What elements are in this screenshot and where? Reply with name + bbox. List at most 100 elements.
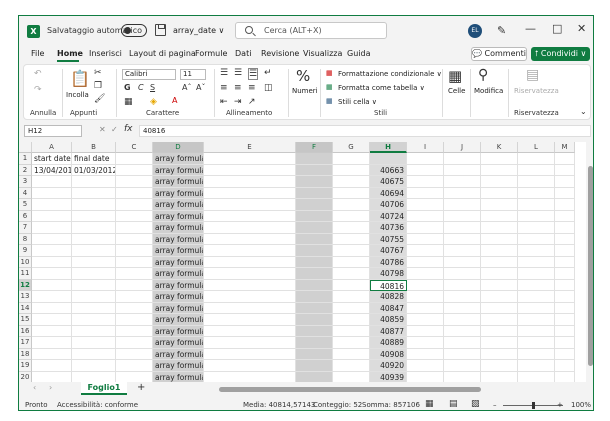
cell-c1[interactable]	[116, 153, 153, 165]
cell-d20[interactable]: array formula	[153, 371, 204, 382]
cell-f17[interactable]	[296, 337, 333, 349]
cell-c7[interactable]	[116, 222, 153, 234]
cell-i9[interactable]	[407, 245, 444, 257]
cell-e17[interactable]	[204, 337, 296, 349]
align-right-icon[interactable]: ≡	[248, 83, 256, 93]
cell-i5[interactable]	[407, 199, 444, 211]
number-format-label[interactable]: Numeri	[292, 87, 318, 95]
cut-icon[interactable]: ✂	[94, 68, 102, 78]
cell-d14[interactable]: array formula	[153, 302, 204, 314]
sensitivity-button[interactable]: Riservatezza	[514, 87, 559, 95]
cell-l19[interactable]	[518, 360, 555, 372]
cell-l11[interactable]	[518, 268, 555, 280]
cell-l4[interactable]	[518, 187, 555, 199]
cell-m12[interactable]	[555, 279, 575, 291]
add-sheet-button[interactable]: +	[137, 382, 145, 393]
cell-c20[interactable]	[116, 371, 153, 382]
cell-h10[interactable]: 40786	[370, 256, 407, 268]
cell-g6[interactable]	[333, 210, 370, 222]
tab-formulas[interactable]: Formule	[195, 49, 227, 58]
cell-m14[interactable]	[555, 302, 575, 314]
page-break-view-icon[interactable]: ▧	[471, 399, 480, 409]
cell-k5[interactable]	[481, 199, 518, 211]
cell-l12[interactable]	[518, 279, 555, 291]
name-box[interactable]: H12	[24, 125, 82, 137]
cell-e2[interactable]	[204, 164, 296, 176]
cell-l7[interactable]	[518, 222, 555, 234]
cell-e10[interactable]	[204, 256, 296, 268]
cell-f15[interactable]	[296, 314, 333, 326]
tab-help[interactable]: Guida	[347, 49, 370, 58]
cell-a19[interactable]	[32, 360, 72, 372]
cell-k16[interactable]	[481, 325, 518, 337]
cell-f6[interactable]	[296, 210, 333, 222]
row-header[interactable]: 16	[19, 325, 32, 337]
cell-f13[interactable]	[296, 291, 333, 303]
cell-m20[interactable]	[555, 371, 575, 382]
cell-m7[interactable]	[555, 222, 575, 234]
cell-j20[interactable]	[444, 371, 481, 382]
horizontal-scrollbar[interactable]	[219, 387, 481, 392]
cell-g1[interactable]	[333, 153, 370, 165]
cell-d8[interactable]: array formula	[153, 233, 204, 245]
close-button[interactable]: ✕	[577, 22, 586, 35]
cell-g9[interactable]	[333, 245, 370, 257]
cell-b14[interactable]	[72, 302, 116, 314]
cell-a13[interactable]	[32, 291, 72, 303]
row-header[interactable]: 19	[19, 360, 32, 372]
cell-b13[interactable]	[72, 291, 116, 303]
cell-c4[interactable]	[116, 187, 153, 199]
cell-k12[interactable]	[481, 279, 518, 291]
cell-b19[interactable]	[72, 360, 116, 372]
cell-d7[interactable]: array formula	[153, 222, 204, 234]
cell-h18[interactable]: 40908	[370, 348, 407, 360]
redo-icon[interactable]: ↷	[34, 85, 42, 95]
cell-f20[interactable]	[296, 371, 333, 382]
cancel-icon[interactable]: ✕	[99, 125, 106, 134]
cell-a5[interactable]	[32, 199, 72, 211]
cell-m4[interactable]	[555, 187, 575, 199]
cell-j7[interactable]	[444, 222, 481, 234]
cell-d1[interactable]: array formula	[153, 153, 204, 165]
cell-f5[interactable]	[296, 199, 333, 211]
cell-e1[interactable]	[204, 153, 296, 165]
cell-h13[interactable]: 40828	[370, 291, 407, 303]
cell-l5[interactable]	[518, 199, 555, 211]
cell-c6[interactable]	[116, 210, 153, 222]
column-header-b[interactable]: B	[72, 142, 116, 153]
cell-f14[interactable]	[296, 302, 333, 314]
cell-b17[interactable]	[72, 337, 116, 349]
edit-search-icon[interactable]: ⚲	[478, 67, 488, 83]
row-header[interactable]: 13	[19, 291, 32, 303]
cell-a9[interactable]	[32, 245, 72, 257]
cell-g8[interactable]	[333, 233, 370, 245]
column-header-g[interactable]: G	[333, 142, 370, 153]
cell-k13[interactable]	[481, 291, 518, 303]
cell-d2[interactable]: array formula	[153, 164, 204, 176]
cell-m10[interactable]	[555, 256, 575, 268]
column-header-j[interactable]: J	[444, 142, 481, 153]
font-color-icon[interactable]: A	[172, 96, 177, 105]
cell-a18[interactable]	[32, 348, 72, 360]
cell-h4[interactable]: 40694	[370, 187, 407, 199]
avatar[interactable]: EL	[468, 24, 482, 38]
row-header[interactable]: 15	[19, 314, 32, 326]
cell-j9[interactable]	[444, 245, 481, 257]
cell-a14[interactable]	[32, 302, 72, 314]
cell-j8[interactable]	[444, 233, 481, 245]
cell-e7[interactable]	[204, 222, 296, 234]
tab-page-layout[interactable]: Layout di pagina	[129, 49, 196, 58]
cell-d18[interactable]: array formula	[153, 348, 204, 360]
pen-icon[interactable]: ✎	[497, 24, 506, 37]
cell-a15[interactable]	[32, 314, 72, 326]
cell-f7[interactable]	[296, 222, 333, 234]
cell-d12[interactable]: array formula	[153, 279, 204, 291]
column-header-m[interactable]: M	[555, 142, 575, 153]
tab-data[interactable]: Dati	[235, 49, 251, 58]
bold-icon[interactable]: G	[124, 83, 131, 92]
cell-l16[interactable]	[518, 325, 555, 337]
cell-h6[interactable]: 40724	[370, 210, 407, 222]
cell-g18[interactable]	[333, 348, 370, 360]
row-header[interactable]: 6	[19, 210, 32, 222]
cell-g19[interactable]	[333, 360, 370, 372]
